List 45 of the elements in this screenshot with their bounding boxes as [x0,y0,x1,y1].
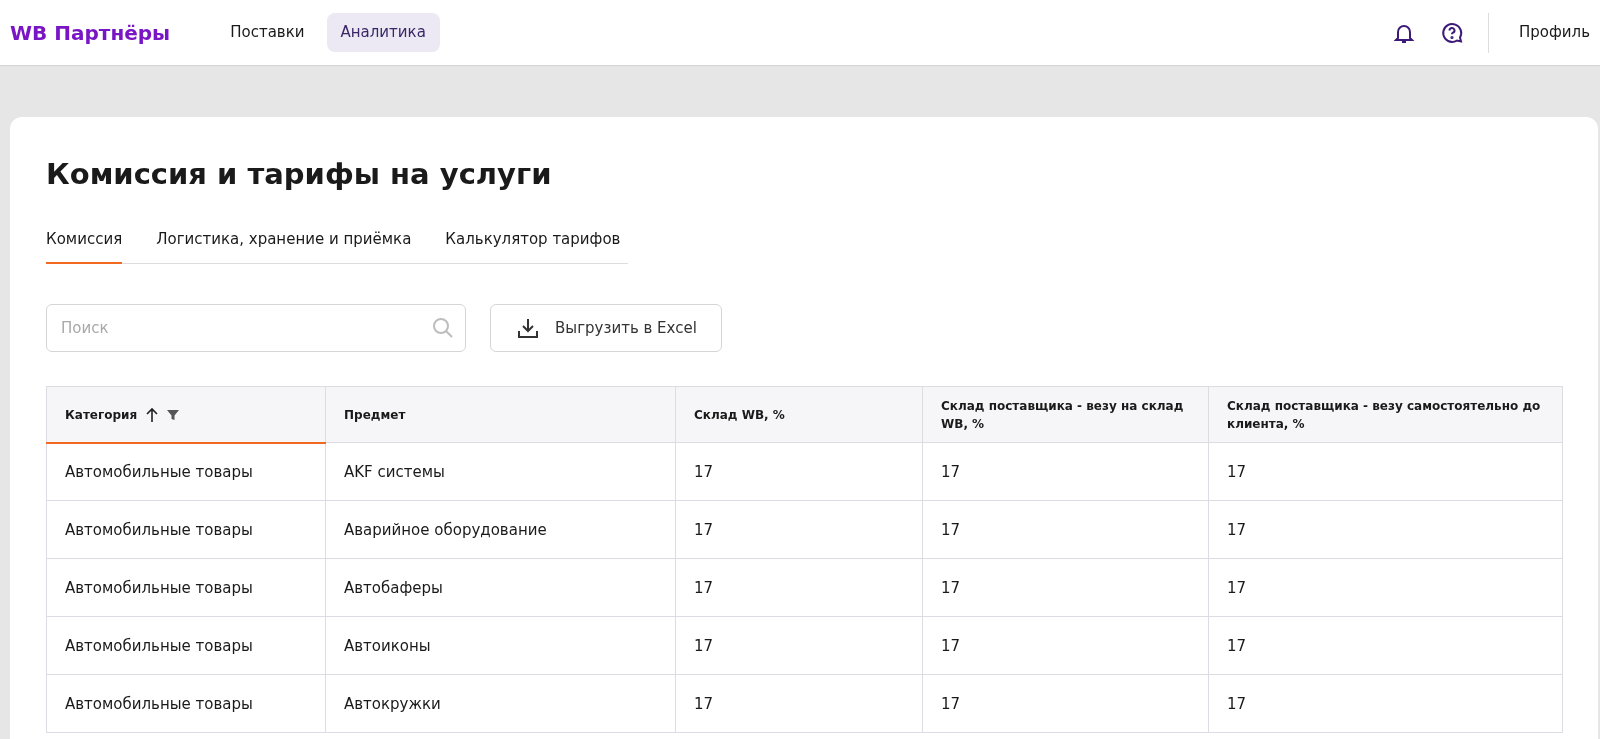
column-header[interactable]: Склад поставщика - везу на склад WB, % [922,386,1209,443]
table-cell: Автомобильные товары [46,674,326,733]
table-cell: 17 [922,558,1209,617]
page-title: Комиссия и тарифы на услуги [46,157,553,192]
table-cell: 17 [922,442,1209,501]
table-cell: Автомобильные товары [46,500,326,559]
table-cell: 17 [675,442,923,501]
table-cell: Автокружки [325,674,676,733]
table-cell: Автомобильные товары [46,616,326,675]
filter-icon[interactable] [167,408,180,421]
tab[interactable]: Логистика, хранение и приёмка [156,227,412,265]
search-field[interactable]: Поиск [46,304,466,353]
table-cell: 17 [1208,442,1563,501]
table-cell: 17 [922,616,1209,675]
column-header[interactable]: Склад WB, % [675,386,923,443]
table-cell: 17 [675,674,923,733]
profile-link[interactable]: Профиль [1519,21,1590,44]
logo-text[interactable]: WB Партнёры [10,17,171,48]
nav-tab[interactable]: Поставки [216,13,319,52]
export-button[interactable]: Выгрузить в Excel [490,304,722,353]
download-icon [517,317,539,340]
help-icon[interactable] [1440,20,1464,45]
table-cell: Автомобильные товары [46,442,326,501]
table-cell: 17 [1208,500,1563,559]
table-cell: 17 [922,674,1209,733]
nav-tab[interactable]: Аналитика [326,13,440,52]
column-header[interactable]: Склад поставщика - везу самостоятельно до клиента, % [1208,386,1563,443]
table-cell: 17 [675,500,923,559]
table-cell: Автоиконы [325,616,676,675]
column-header[interactable]: Предмет [325,386,676,443]
table-cell: 17 [1208,558,1563,617]
table-cell: Автомобильные товары [46,558,326,617]
table-cell: Автобаферы [325,558,676,617]
table-cell: 17 [1208,616,1563,675]
sort-arrow-up-icon[interactable] [145,406,160,423]
table-cell: 17 [922,500,1209,559]
tab[interactable]: Комиссия [46,227,123,265]
table-cell: AKF системы [325,442,676,501]
table-cell: Аварийное оборудование [325,500,676,559]
search-icon [432,317,454,340]
column-header[interactable]: Категория [65,405,138,424]
table-cell: 17 [675,558,923,617]
table-cell: 17 [675,616,923,675]
table-cell: 17 [1208,674,1563,733]
tab[interactable]: Калькулятор тарифов [445,227,621,265]
